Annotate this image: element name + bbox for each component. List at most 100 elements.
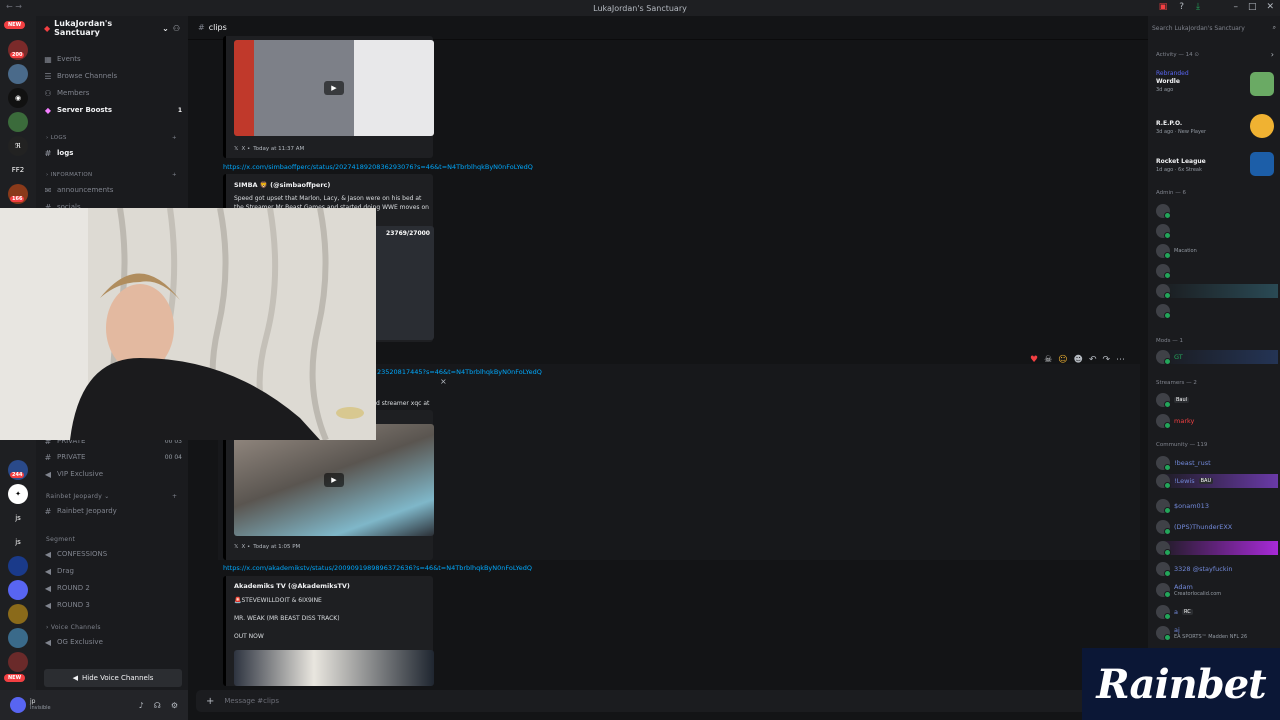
- download-icon[interactable]: ⤓: [1196, 2, 1200, 12]
- category-rainbet-jeopardy[interactable]: Rainbet Jeopardy ⌄ +: [46, 493, 177, 500]
- member-row[interactable]: Adam Creatorlocalid.com: [1156, 583, 1278, 598]
- channel-round-2[interactable]: ◀ ROUND 2: [44, 581, 182, 595]
- member-row[interactable]: [1156, 284, 1278, 299]
- maximize-button[interactable]: □: [1248, 2, 1257, 12]
- heart-reaction-icon[interactable]: ♥: [1030, 355, 1038, 365]
- search-input[interactable]: Search LukaJordan's Sanctuary ⌕: [1152, 22, 1276, 34]
- add-attachment-icon[interactable]: +: [206, 696, 214, 707]
- member-list: Search LukaJordan's Sanctuary ⌕ Activity…: [1148, 16, 1280, 720]
- video-thumbnail[interactable]: [234, 650, 434, 686]
- video-thumbnail[interactable]: ▶: [234, 40, 434, 136]
- inbox-icon[interactable]: ▣: [1159, 2, 1168, 12]
- channel-confessions[interactable]: ◀ CONFESSIONS: [44, 547, 182, 561]
- tweet-link[interactable]: https://x.com/simbaoffperc/status/202741…: [223, 163, 533, 171]
- avatar: [1156, 541, 1171, 556]
- server-icon[interactable]: [8, 112, 28, 132]
- help-icon[interactable]: ?: [1179, 2, 1184, 12]
- reply-icon[interactable]: ↶: [1089, 355, 1097, 365]
- sidebar-item-server-boosts[interactable]: ◆ Server Boosts 1: [44, 103, 182, 117]
- server-icon[interactable]: ◉: [8, 88, 28, 108]
- minimize-button[interactable]: –: [1233, 2, 1238, 12]
- channel-round-3[interactable]: ◀ ROUND 3: [44, 598, 182, 612]
- server-icon-js[interactable]: js: [8, 532, 28, 552]
- channel-announcements[interactable]: ✉ announcements: [44, 183, 182, 197]
- add-channel-icon[interactable]: +: [172, 172, 177, 178]
- member-row[interactable]: Baul: [1156, 393, 1278, 408]
- member-row[interactable]: [1156, 304, 1278, 319]
- server-icon[interactable]: [8, 580, 28, 600]
- tweet-link[interactable]: https://x.com/akademikstv/status/2009091…: [223, 564, 532, 572]
- member-row[interactable]: [1156, 264, 1278, 279]
- member-row[interactable]: !Lewis BAU: [1156, 474, 1278, 489]
- category-logs[interactable]: › LOGS +: [46, 135, 177, 141]
- member-row[interactable]: Macation: [1156, 244, 1278, 259]
- member-row[interactable]: GT: [1156, 350, 1278, 365]
- server-icon[interactable]: [8, 652, 28, 672]
- laugh-reaction-icon[interactable]: ☺: [1058, 355, 1067, 365]
- member-row[interactable]: (DPS)ThunderEXX: [1156, 520, 1278, 535]
- server-header[interactable]: ◆ LukaJordan's Sanctuary ⌄ ⚇: [36, 16, 188, 40]
- server-icon[interactable]: [8, 64, 28, 84]
- add-channel-icon[interactable]: +: [172, 493, 177, 500]
- message-input[interactable]: + Message #clips ▤ ▦: [196, 690, 1140, 712]
- chevron-down-icon: ⌄: [162, 23, 169, 33]
- member-row[interactable]: marky: [1156, 414, 1278, 429]
- hide-voice-channels-button[interactable]: ◀ Hide Voice Channels: [44, 669, 182, 687]
- gear-icon[interactable]: ⚙: [171, 701, 178, 710]
- video-thumbnail[interactable]: ▶: [234, 424, 434, 536]
- message-embed: ▶ 𝕏X • Today at 11:37 AM: [223, 36, 434, 158]
- forward-icon[interactable]: ↷: [1102, 355, 1110, 365]
- play-icon[interactable]: ▶: [324, 81, 344, 95]
- member-row[interactable]: [1156, 541, 1278, 556]
- activity-card[interactable]: Rocket League 1d ago · 6x Streak: [1156, 150, 1274, 184]
- microphone-icon[interactable]: ♪: [139, 701, 144, 710]
- add-channel-icon[interactable]: +: [172, 135, 177, 141]
- server-icon[interactable]: [8, 556, 28, 576]
- server-icon[interactable]: ℜ: [8, 136, 28, 156]
- server-icon[interactable]: [8, 628, 28, 648]
- avatar[interactable]: [10, 697, 26, 713]
- embed-footer: 𝕏X • Today at 1:05 PM: [234, 544, 301, 550]
- headphones-icon[interactable]: ☊: [154, 701, 161, 710]
- server-icon[interactable]: [8, 604, 28, 624]
- tweet-link[interactable]: 23520817445?s=46&t=N4TbrblhqkByN0nFoLYed…: [377, 368, 542, 376]
- activity-card[interactable]: Rebranded Wordle 3d ago: [1156, 70, 1274, 104]
- sidebar-item-members[interactable]: ⚇ Members: [44, 86, 182, 100]
- add-reaction-icon[interactable]: ☻: [1074, 355, 1083, 365]
- skull-reaction-icon[interactable]: ☠: [1044, 355, 1052, 365]
- member-row[interactable]: $onam013: [1156, 499, 1278, 514]
- channel-drag[interactable]: ◀ Drag: [44, 564, 182, 578]
- server-icon-js[interactable]: js: [8, 508, 28, 528]
- play-icon[interactable]: ▶: [324, 473, 344, 487]
- server-icon[interactable]: ✦: [8, 484, 28, 504]
- username: jp: [30, 698, 36, 705]
- channel-logs[interactable]: # logs: [44, 146, 182, 160]
- member-row[interactable]: aj EA SPORTS™ Madden NFL 26: [1156, 626, 1278, 641]
- chevron-right-icon[interactable]: ›: [1271, 50, 1274, 59]
- server-folder-ff2[interactable]: FF2: [8, 160, 28, 180]
- category-segment[interactable]: Segment: [46, 536, 75, 543]
- embed-author[interactable]: Akademiks TV (@AkademiksTV): [234, 582, 350, 590]
- sidebar-item-browse-channels[interactable]: ☰ Browse Channels: [44, 69, 182, 83]
- add-member-icon[interactable]: ⚇: [173, 24, 180, 33]
- embed-author[interactable]: SIMBA 🦁 (@simbaoffperc): [234, 181, 330, 189]
- channel-vip-exclusive[interactable]: ◀ VIP Exclusive: [44, 467, 182, 481]
- close-embed-icon[interactable]: ×: [440, 377, 447, 386]
- member-row[interactable]: [1156, 224, 1278, 239]
- channel-private[interactable]: # PRIVATE 00 04: [44, 450, 182, 464]
- avatar: [1156, 264, 1171, 279]
- member-row[interactable]: 3328 @stayfuckin: [1156, 562, 1278, 577]
- mention-badge: 166: [10, 196, 25, 202]
- channel-og-exclusive[interactable]: ◀ OG Exclusive: [44, 635, 182, 649]
- category-information[interactable]: › INFORMATION +: [46, 172, 177, 178]
- activity-card[interactable]: R.E.P.O. 3d ago · New Player: [1156, 112, 1274, 146]
- member-row[interactable]: !beast_rust: [1156, 456, 1278, 471]
- channel-rainbet-jeopardy[interactable]: # Rainbet Jeopardy: [44, 504, 182, 518]
- user-status: Invisible: [30, 705, 51, 711]
- member-row[interactable]: [1156, 204, 1278, 219]
- sidebar-item-events[interactable]: ▦ Events: [44, 52, 182, 66]
- close-button[interactable]: ✕: [1266, 2, 1274, 12]
- member-row[interactable]: a RC: [1156, 605, 1278, 620]
- more-icon[interactable]: ⋯: [1116, 355, 1125, 365]
- category-voice-channels[interactable]: › Voice Channels: [46, 624, 101, 631]
